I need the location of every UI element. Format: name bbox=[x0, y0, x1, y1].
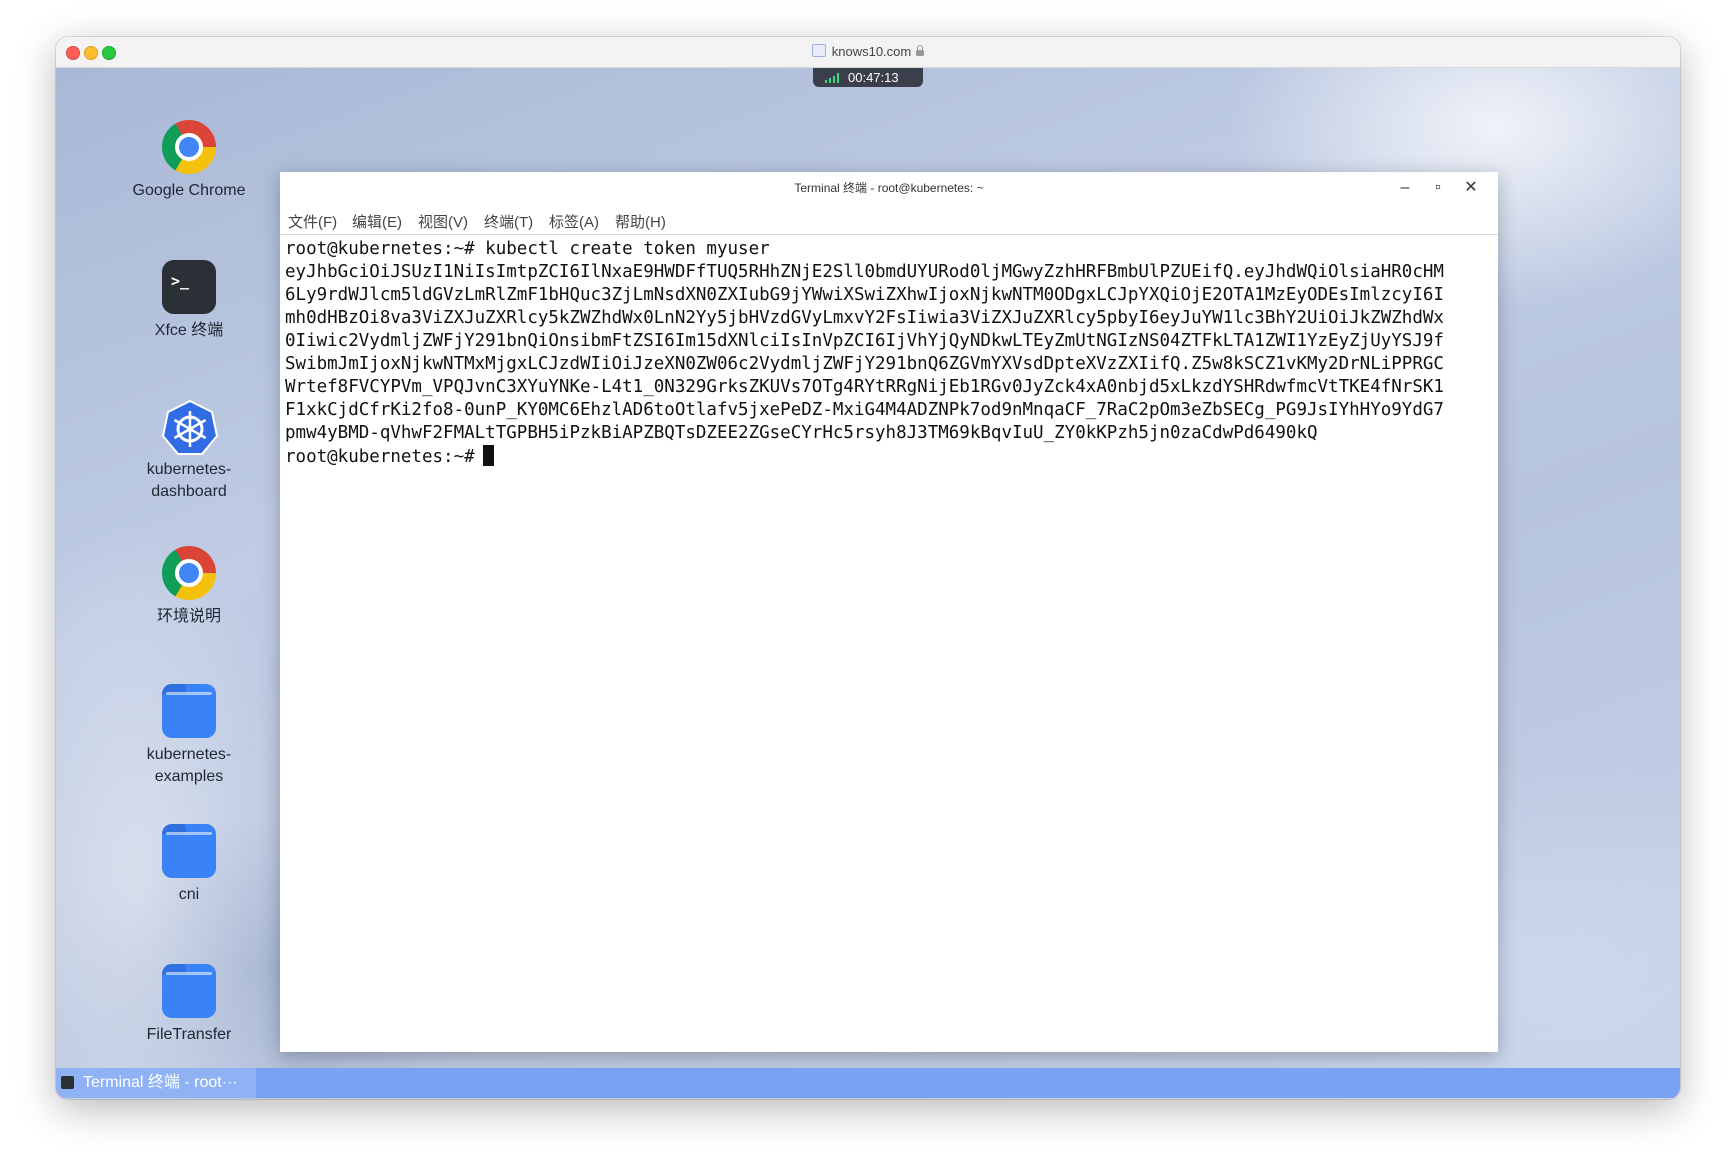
desktop-icon-label: FileTransfer bbox=[146, 1026, 232, 1043]
terminal-line: 0Iiwic2VydmljZWFjY291bnQiOnsibmFtZSI6Im1… bbox=[285, 331, 1444, 351]
terminal-icon: >_ bbox=[162, 260, 216, 314]
terminal-output[interactable]: root@kubernetes:~# kubectl create token … bbox=[285, 238, 1495, 1048]
terminal-line: pmw4yBMD-qVhwF2FMALtTGPBH5iPzkBiAPZBQTsD… bbox=[285, 423, 1318, 443]
menu-edit[interactable]: 编辑(E) bbox=[352, 211, 402, 232]
session-timer: 00:47:13 bbox=[848, 70, 899, 85]
address-text: knows10.com bbox=[831, 44, 912, 59]
desktop-icon-label: Xfce 终端 bbox=[154, 322, 224, 339]
desktop-icon-xfce-terminal[interactable]: >_ Xfce 终端 bbox=[119, 260, 259, 342]
menu-file[interactable]: 文件(F) bbox=[288, 211, 337, 232]
address-bar[interactable]: knows10.com bbox=[56, 44, 1680, 59]
chrome-icon bbox=[162, 120, 216, 174]
remote-desktop: 00:47:13 Google Chrome >_ Xfce 终端 kubern… bbox=[56, 68, 1680, 1099]
desktop-icon-google-chrome[interactable]: Google Chrome bbox=[119, 120, 259, 202]
desktop-icon-label: cni bbox=[178, 886, 200, 903]
signal-icon bbox=[825, 73, 839, 83]
close-icon[interactable]: ✕ bbox=[1461, 178, 1481, 198]
terminal-line: F1xkCjdCfrKi2fo8-0unP_KY0MC6EhzlAD6toOtl… bbox=[285, 400, 1444, 420]
terminal-icon bbox=[61, 1076, 74, 1089]
terminal-line: Wrtef8FVCYPVm_VPQJvnC3XYuYNKe-L4t1_0N329… bbox=[285, 377, 1444, 397]
terminal-line: 6Ly9rdWJlcm5ldGVzLmRlZmF1bHQuc3ZjLmNsdXN… bbox=[285, 285, 1444, 305]
taskbar-item-terminal[interactable]: Terminal 终端 - root··· bbox=[56, 1068, 256, 1098]
terminal-prompt-line: root@kubernetes:~# bbox=[285, 445, 1495, 468]
browser-titlebar: knows10.com bbox=[56, 37, 1680, 68]
desktop-icon-cni[interactable]: cni bbox=[119, 824, 259, 906]
menu-terminal[interactable]: 终端(T) bbox=[484, 211, 533, 232]
terminal-line: mh0dHBzOi8va3ViZXJuZXRlcy5kZWZhdWx0LnN2Y… bbox=[285, 308, 1444, 328]
folder-icon bbox=[162, 684, 216, 738]
terminal-title: Terminal 终端 - root@kubernetes: ~ bbox=[794, 181, 984, 195]
desktop-icon-filetransfer[interactable]: FileTransfer bbox=[119, 964, 259, 1046]
desktop-icon-label: 环境说明 bbox=[156, 608, 221, 625]
terminal-line: SwibmJmIjoxNjkwNTMxMjgxLCJzdWIiOiJzeXN0Z… bbox=[285, 354, 1444, 374]
taskbar: Terminal 终端 - root··· bbox=[56, 1068, 1680, 1098]
folder-icon bbox=[162, 824, 216, 878]
lock-icon bbox=[916, 45, 925, 56]
site-icon bbox=[811, 44, 826, 57]
desktop-icon-env-notes[interactable]: 环境说明 bbox=[119, 546, 259, 628]
menu-help[interactable]: 帮助(H) bbox=[615, 211, 666, 232]
desktop-icon-label: kubernetes-dashboard bbox=[146, 461, 232, 500]
folder-icon bbox=[162, 964, 216, 1018]
desktop-icon-kubernetes-dashboard[interactable]: kubernetes-dashboard bbox=[119, 399, 259, 503]
minimize-icon[interactable]: – bbox=[1395, 178, 1415, 198]
desktop-icon-label: kubernetes-examples bbox=[146, 746, 232, 785]
desktop-icon-kubernetes-examples[interactable]: kubernetes-examples bbox=[119, 684, 259, 788]
terminal-menubar: 文件(F) 编辑(E) 视图(V) 终端(T) 标签(A) 帮助(H) bbox=[280, 204, 1498, 235]
terminal-line: eyJhbGciOiJSUzI1NiIsImtpZCI6IlNxaE9HWDFf… bbox=[285, 262, 1444, 282]
terminal-line: root@kubernetes:~# kubectl create token … bbox=[285, 239, 770, 259]
desktop-icon-label: Google Chrome bbox=[132, 182, 246, 199]
menu-tabs[interactable]: 标签(A) bbox=[549, 211, 599, 232]
session-indicator: 00:47:13 bbox=[813, 68, 923, 87]
terminal-prompt: root@kubernetes:~# bbox=[285, 447, 475, 467]
chrome-icon bbox=[162, 546, 216, 600]
browser-window: knows10.com 00:47:13 Google Chrome >_ Xf… bbox=[56, 37, 1680, 1099]
terminal-window[interactable]: Terminal 终端 - root@kubernetes: ~ – ▫ ✕ 文… bbox=[280, 172, 1498, 1052]
kubernetes-icon bbox=[161, 399, 219, 455]
taskbar-item-label: Terminal 终端 - root··· bbox=[83, 1074, 238, 1091]
text-cursor bbox=[482, 445, 494, 466]
menu-view[interactable]: 视图(V) bbox=[418, 211, 468, 232]
maximize-icon[interactable]: ▫ bbox=[1428, 178, 1448, 198]
